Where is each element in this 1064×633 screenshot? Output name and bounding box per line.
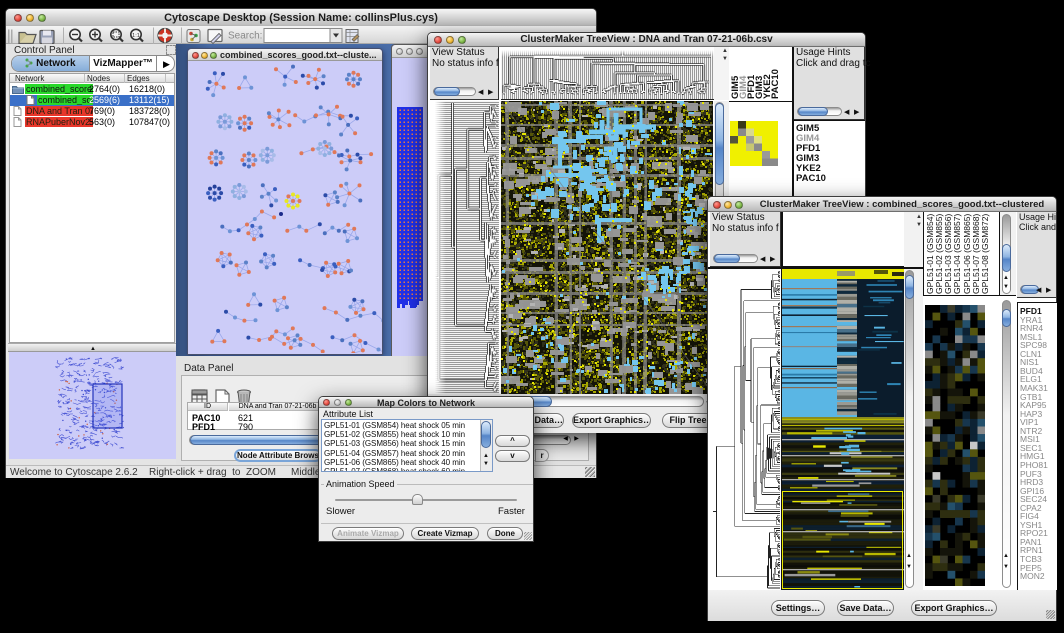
svg-text:1:1: 1:1 [132,33,140,39]
svg-text:Search:: Search: [228,31,262,42]
